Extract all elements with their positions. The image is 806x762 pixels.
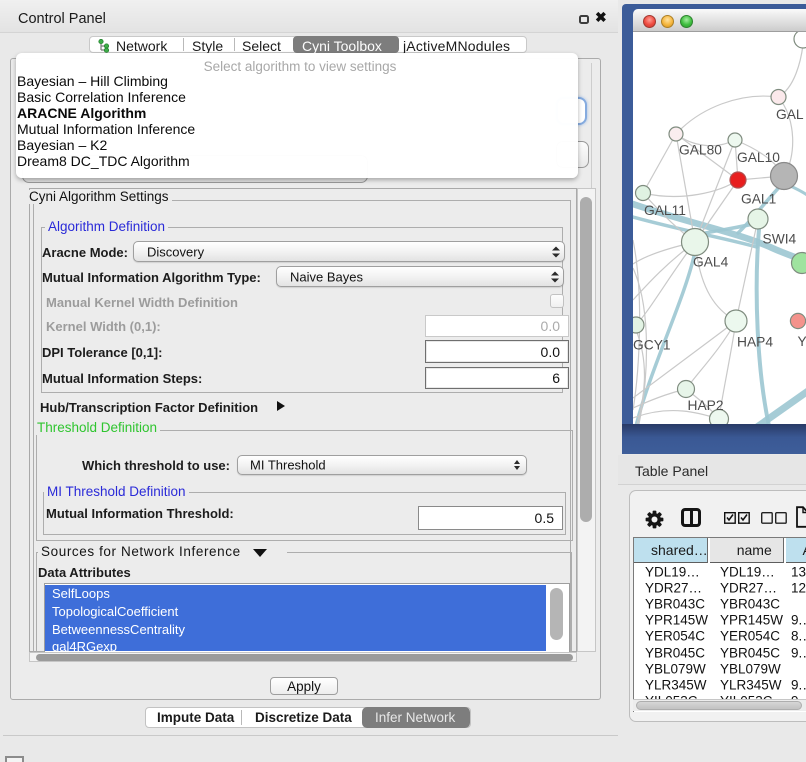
svg-text:GAL4: GAL4 [693, 255, 729, 270]
svg-text:GCY1: GCY1 [633, 338, 671, 353]
svg-text:GAL11: GAL11 [644, 203, 686, 218]
svg-text:GAL10: GAL10 [737, 150, 780, 165]
svg-text:GAL80: GAL80 [679, 143, 722, 158]
svg-text:HAP4: HAP4 [737, 335, 773, 350]
svg-text:GAL: GAL [776, 107, 804, 122]
svg-text:Y: Y [798, 334, 806, 349]
svg-text:HAP2: HAP2 [688, 398, 724, 413]
svg-text:SWI4: SWI4 [763, 232, 797, 247]
svg-text:GAL1: GAL1 [741, 192, 776, 207]
